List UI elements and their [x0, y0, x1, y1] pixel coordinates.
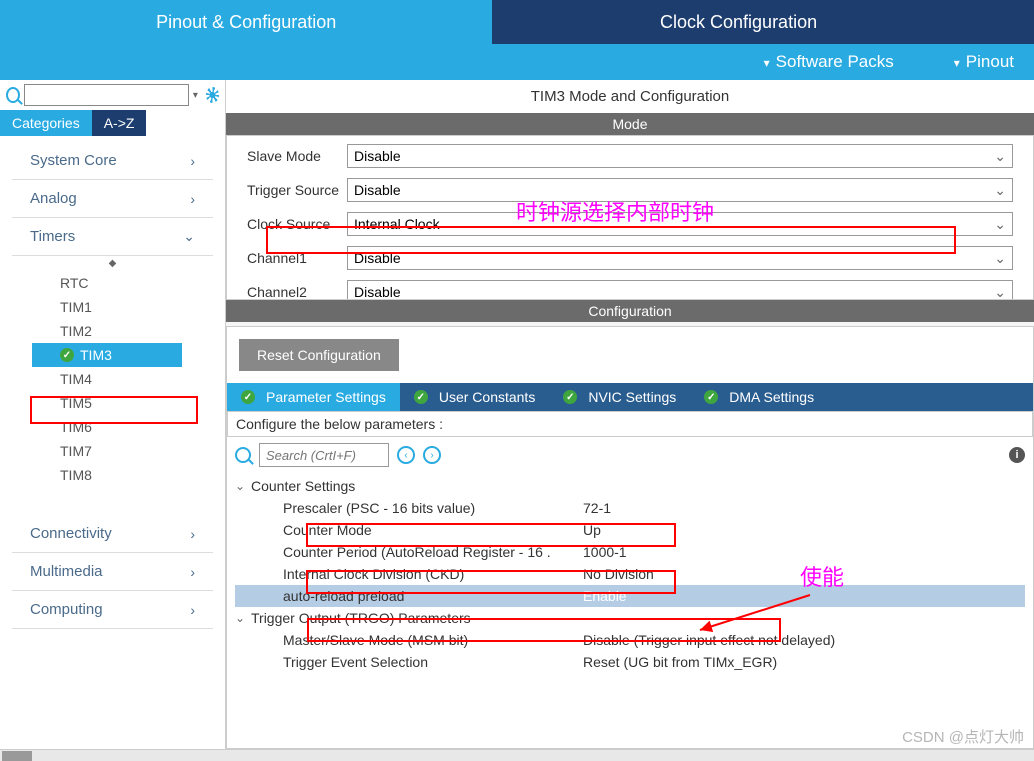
info-icon[interactable]: i: [1009, 447, 1025, 463]
category-search-input[interactable]: [24, 84, 189, 106]
chevron-right-icon: ›: [190, 564, 195, 580]
select-channel2[interactable]: Disable: [347, 280, 1013, 300]
section-mode-header: Mode: [226, 113, 1034, 135]
tab-nvic-settings[interactable]: NVIC Settings: [549, 383, 690, 411]
check-icon: [414, 390, 428, 404]
param-search-input[interactable]: [259, 443, 389, 467]
category-multimedia[interactable]: Multimedia›: [12, 553, 213, 591]
category-analog[interactable]: Analog›: [12, 180, 213, 218]
param-internal-clock-division[interactable]: Internal Clock Division (CKD)No Division: [235, 563, 1025, 585]
timers-sublist: RTC TIM1 TIM2 TIM3 TIM4 TIM5 TIM6 TIM7 T…: [0, 271, 225, 487]
select-trigger-source[interactable]: Disable: [347, 178, 1013, 202]
label-channel1: Channel1: [247, 250, 347, 266]
group-counter-settings[interactable]: Counter Settings: [235, 475, 1025, 497]
check-icon: [563, 390, 577, 404]
watermark: CSDN @点灯大帅: [902, 726, 1024, 747]
param-counter-period[interactable]: Counter Period (AutoReload Register - 16…: [235, 541, 1025, 563]
tab-overflow: [985, 0, 1034, 44]
group-trigger-output[interactable]: Trigger Output (TRGO) Parameters: [235, 607, 1025, 629]
panel-title: TIM3 Mode and Configuration: [226, 80, 1034, 113]
section-config-header: Configuration: [226, 300, 1034, 322]
horizontal-scrollbar[interactable]: [0, 749, 1034, 761]
param-master-slave-mode[interactable]: Master/Slave Mode (MSM bit)Disable (Trig…: [235, 629, 1025, 651]
select-clock-source[interactable]: Internal Clock: [347, 212, 1013, 236]
param-prescaler[interactable]: Prescaler (PSC - 16 bits value)72-1: [235, 497, 1025, 519]
category-connectivity[interactable]: Connectivity›: [12, 515, 213, 553]
chevron-right-icon: ›: [190, 526, 195, 542]
chevron-right-icon: ›: [190, 153, 195, 169]
scrollbar-thumb[interactable]: [2, 751, 32, 761]
reset-configuration-button[interactable]: Reset Configuration: [239, 339, 399, 371]
check-icon: [241, 390, 255, 404]
select-slave-mode[interactable]: Disable: [347, 144, 1013, 168]
param-auto-reload-preload[interactable]: auto-reload preloadEnable: [235, 585, 1025, 607]
timer-tim3[interactable]: TIM3: [32, 343, 182, 367]
search-icon: [6, 87, 20, 103]
timer-tim1[interactable]: TIM1: [60, 295, 225, 319]
search-dropdown-icon[interactable]: ▾: [193, 90, 198, 101]
next-match-button[interactable]: ›: [423, 446, 441, 464]
tab-a-to-z[interactable]: A->Z: [92, 110, 147, 136]
config-description: Configure the below parameters :: [227, 411, 1033, 437]
label-trigger-source: Trigger Source: [247, 182, 347, 198]
tab-categories[interactable]: Categories: [0, 110, 92, 136]
category-timers[interactable]: Timers⌄: [12, 218, 213, 256]
mode-panel: Slave ModeDisable Trigger SourceDisable …: [226, 135, 1034, 300]
chevron-right-icon: ›: [190, 191, 195, 207]
tab-dma-settings[interactable]: DMA Settings: [690, 383, 828, 411]
timer-tim6[interactable]: TIM6: [60, 415, 225, 439]
search-icon: [235, 447, 251, 463]
check-icon: [704, 390, 718, 404]
tab-user-constants[interactable]: User Constants: [400, 383, 549, 411]
timer-rtc[interactable]: RTC: [60, 271, 225, 295]
timer-tim5[interactable]: TIM5: [60, 391, 225, 415]
chevron-right-icon: ›: [190, 602, 195, 618]
tab-pinout-config[interactable]: Pinout & Configuration: [0, 0, 492, 44]
prev-match-button[interactable]: ‹: [397, 446, 415, 464]
param-trigger-event-selection[interactable]: Trigger Event SelectionReset (UG bit fro…: [235, 651, 1025, 673]
check-icon: [60, 348, 74, 362]
param-counter-mode[interactable]: Counter ModeUp: [235, 519, 1025, 541]
chevron-down-icon: ⌄: [183, 228, 195, 245]
tab-clock-config[interactable]: Clock Configuration: [492, 0, 984, 44]
label-channel2: Channel2: [247, 284, 347, 300]
category-system-core[interactable]: System Core›: [12, 142, 213, 180]
dropdown-pinout[interactable]: Pinout: [954, 52, 1014, 72]
category-computing[interactable]: Computing›: [12, 591, 213, 629]
gear-icon[interactable]: [206, 87, 219, 103]
timer-tim7[interactable]: TIM7: [60, 439, 225, 463]
dropdown-software-packs[interactable]: Software Packs: [764, 52, 894, 72]
sort-indicator-icon[interactable]: ◆: [0, 256, 225, 271]
label-clock-source: Clock Source: [247, 216, 347, 232]
timer-tim8[interactable]: TIM8: [60, 463, 225, 487]
select-channel1[interactable]: Disable: [347, 246, 1013, 270]
timer-tim2[interactable]: TIM2: [60, 319, 225, 343]
tab-parameter-settings[interactable]: Parameter Settings: [227, 383, 400, 411]
label-slave-mode: Slave Mode: [247, 148, 347, 164]
timer-tim4[interactable]: TIM4: [60, 367, 225, 391]
